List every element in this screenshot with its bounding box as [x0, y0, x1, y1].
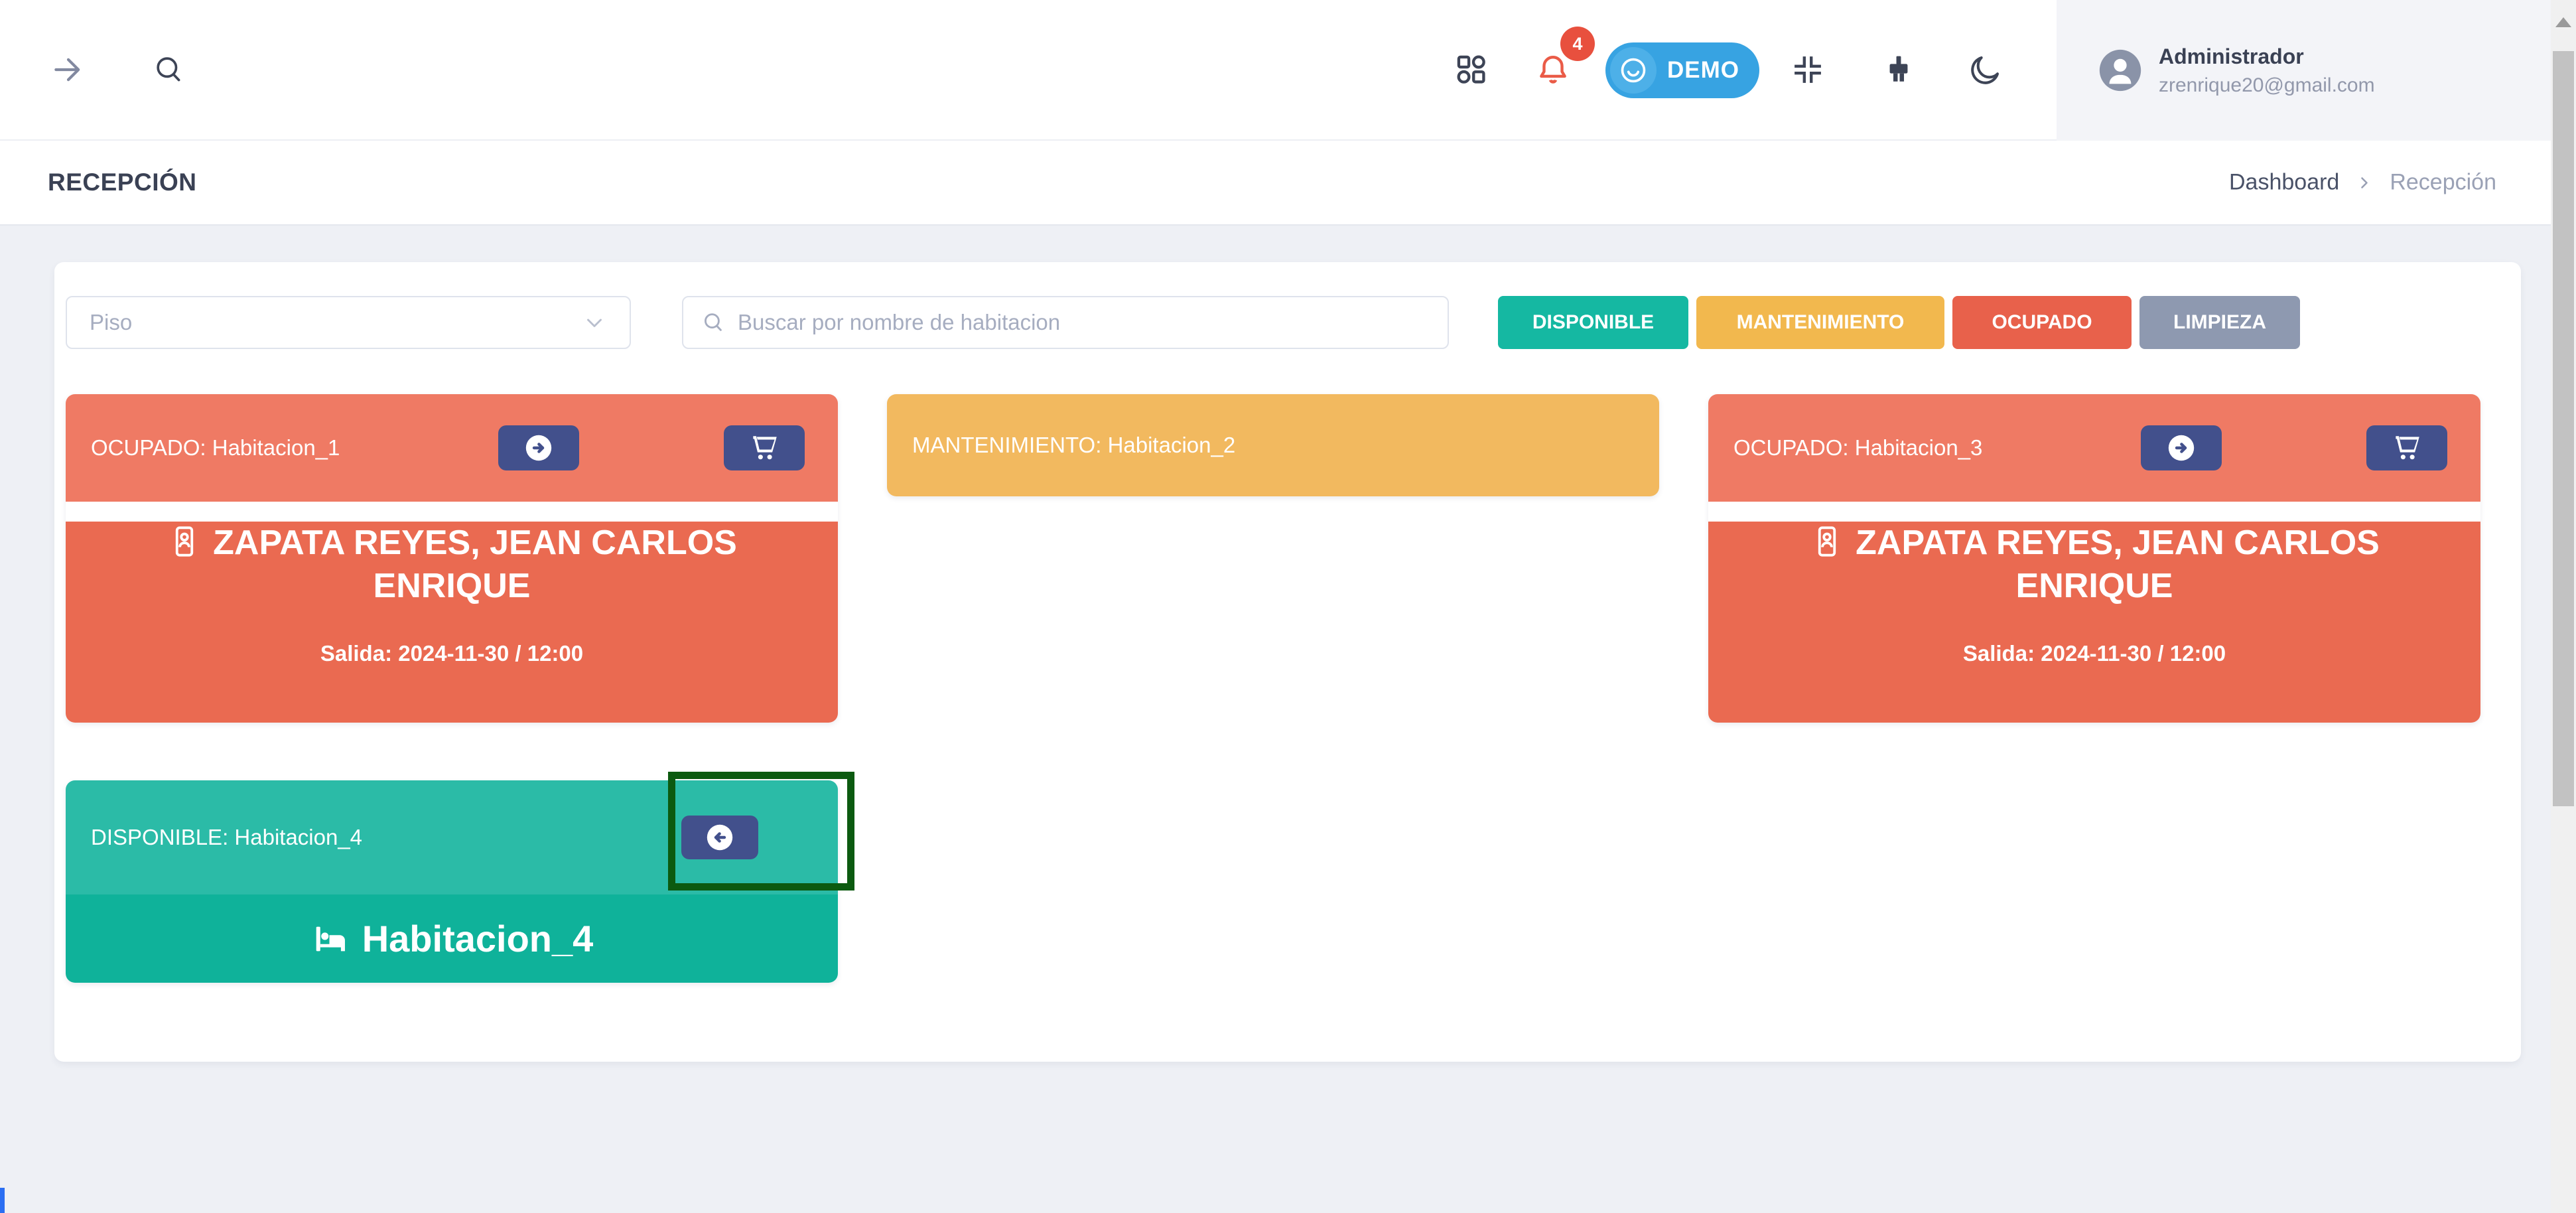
room-card-habitacion-3: OCUPADO: Habitacion_3	[1708, 394, 2480, 723]
room-card-header: OCUPADO: Habitacion_3	[1708, 394, 2480, 502]
room-card-header: DISPONIBLE: Habitacion_4	[66, 780, 838, 894]
legend-limpieza-button[interactable]: LIMPIEZA	[2139, 296, 2300, 349]
checkout-arrow-button[interactable]	[2141, 425, 2222, 470]
cart-button[interactable]	[724, 425, 805, 470]
checkin-arrow-button[interactable]	[681, 816, 758, 859]
page-header-bar: RECEPCIÓN Dashboard Recepción	[0, 141, 2551, 226]
legend-ocupado-button[interactable]: OCUPADO	[1952, 296, 2132, 349]
guest-id-badge-icon	[1809, 524, 1845, 559]
floor-select[interactable]: Piso	[66, 296, 631, 349]
bed-icon	[310, 920, 349, 958]
guest-id-badge-icon	[167, 524, 202, 559]
chevron-down-icon	[582, 310, 607, 335]
user-menu[interactable]: Administrador zrenrique20@gmail.com	[2057, 0, 2551, 141]
search-icon[interactable]	[151, 52, 186, 87]
bottom-left-artifact	[0, 1188, 5, 1213]
compress-screen-icon[interactable]	[1791, 53, 1824, 86]
apps-grid-icon[interactable]	[1454, 52, 1489, 87]
breadcrumb-current: Recepción	[2390, 170, 2496, 196]
guest-name-line: ZAPATA REYES, JEAN CARLOS ENRIQUE	[129, 522, 775, 608]
guest-name-line: ZAPATA REYES, JEAN CARLOS ENRIQUE	[1771, 522, 2417, 608]
room-status-label: OCUPADO: Habitacion_3	[1733, 435, 1982, 461]
departure-label: Salida: 2024-11-30 / 12:00	[1771, 641, 2417, 666]
scrollbar-thumb[interactable]	[2553, 51, 2574, 806]
room-card-habitacion-4: DISPONIBLE: Habitacion_4	[66, 780, 838, 983]
page-title: RECEPCIÓN	[48, 169, 196, 196]
room-card-habitacion-2: MANTENIMIENTO: Habitacion_2	[887, 394, 1659, 496]
legend-mantenimiento-button[interactable]: MANTENIMIENTO	[1696, 296, 1944, 349]
demo-badge[interactable]: DEMO	[1605, 42, 1759, 98]
chevron-right-icon	[2355, 173, 2374, 192]
breadcrumb: Dashboard Recepción	[2229, 170, 2496, 196]
sidebar-toggle-arrow-icon[interactable]	[50, 51, 87, 88]
room-card-body: ZAPATA REYES, JEAN CARLOS ENRIQUE Salida…	[1708, 522, 2480, 723]
search-input-icon	[701, 310, 726, 335]
departure-label: Salida: 2024-11-30 / 12:00	[129, 641, 775, 666]
room-card-body: Habitacion_4	[66, 894, 838, 983]
notification-count-badge: 4	[1560, 27, 1595, 61]
room-status-label: OCUPADO: Habitacion_1	[91, 435, 340, 461]
legend-disponible-button[interactable]: DISPONIBLE	[1498, 296, 1688, 349]
avatar	[2098, 48, 2143, 93]
room-search-field	[682, 296, 1449, 349]
smiley-icon	[1610, 47, 1657, 94]
room-title: Habitacion_4	[362, 917, 594, 960]
theme-brush-icon[interactable]	[1881, 52, 1916, 87]
breadcrumb-dashboard[interactable]: Dashboard	[2229, 170, 2339, 196]
user-email: zrenrique20@gmail.com	[2159, 74, 2375, 97]
user-name: Administrador	[2159, 44, 2375, 69]
room-status-label: DISPONIBLE: Habitacion_4	[91, 825, 362, 850]
floor-select-placeholder: Piso	[90, 310, 132, 335]
checkout-arrow-button[interactable]	[498, 425, 579, 470]
dark-mode-moon-icon[interactable]	[1968, 52, 2003, 88]
status-legend: DISPONIBLE MANTENIMIENTO OCUPADO LIMPIEZ…	[1498, 296, 2300, 349]
guest-name: ZAPATA REYES, JEAN CARLOS ENRIQUE	[1856, 524, 2380, 605]
room-card-header: MANTENIMIENTO: Habitacion_2	[887, 394, 1659, 496]
room-card-body: ZAPATA REYES, JEAN CARLOS ENRIQUE Salida…	[66, 522, 838, 723]
top-navbar: 4 DEMO	[0, 0, 2551, 141]
reception-screen: 4 DEMO	[0, 0, 2576, 1213]
reception-panel: Piso DISPONIBLE MANTENIMIENTO O	[54, 262, 2521, 1062]
filters-row: Piso DISPONIBLE MANTENIMIENTO O	[66, 296, 2510, 349]
room-card-habitacion-1: OCUPADO: Habitacion_1	[66, 394, 838, 723]
vertical-scrollbar[interactable]	[2551, 0, 2576, 1213]
demo-label: DEMO	[1667, 57, 1739, 84]
rooms-grid: OCUPADO: Habitacion_1	[66, 394, 2510, 991]
scrollbar-up-arrow[interactable]	[2555, 17, 2571, 27]
guest-name: ZAPATA REYES, JEAN CARLOS ENRIQUE	[213, 524, 737, 605]
cart-button[interactable]	[2366, 425, 2447, 470]
room-status-label: MANTENIMIENTO: Habitacion_2	[912, 433, 1235, 458]
room-card-header: OCUPADO: Habitacion_1	[66, 394, 838, 502]
room-search-input[interactable]	[738, 310, 1430, 335]
